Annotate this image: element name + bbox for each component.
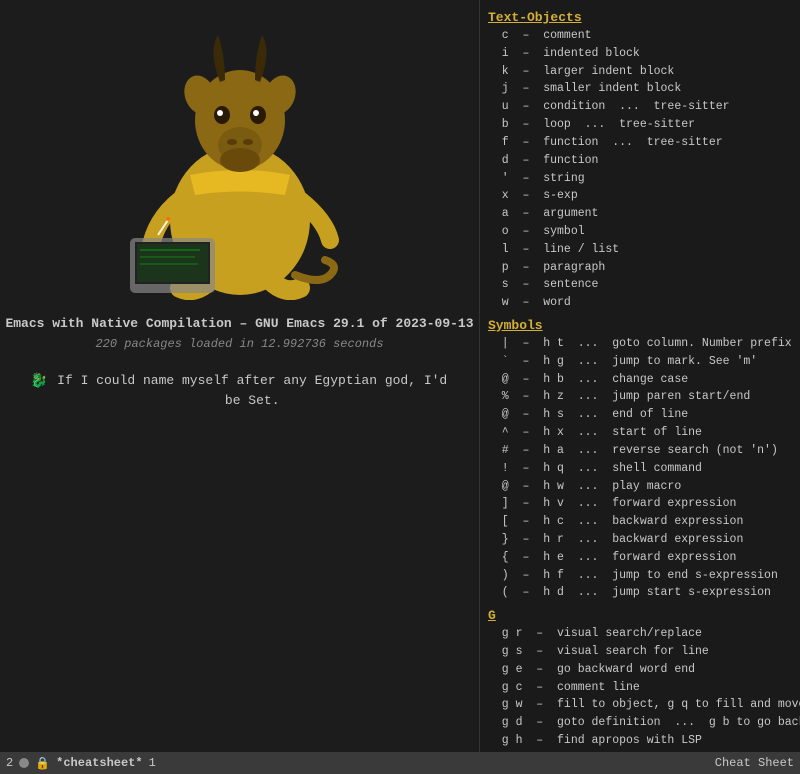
key-item: g c – comment line — [488, 679, 792, 697]
key-item: @ – h w ... play macro — [488, 478, 792, 496]
key-item: s – sentence — [488, 276, 792, 294]
key-item: ( – h d ... jump start s-expression — [488, 584, 792, 602]
key-item: ^ – h x ... start of line — [488, 424, 792, 442]
key-item: ` – h g ... jump to mark. See 'm' — [488, 353, 792, 371]
key-item: [ – h c ... backward expression — [488, 513, 792, 531]
key-item: g s – visual search for line — [488, 643, 792, 661]
status-right-label: Cheat Sheet — [715, 756, 794, 770]
key-item: ! – h q ... shell command — [488, 460, 792, 478]
key-item: a – argument — [488, 205, 792, 223]
key-item: d – function — [488, 152, 792, 170]
key-item: g e – go backward word end — [488, 661, 792, 679]
key-item: ] – h v ... forward expression — [488, 495, 792, 513]
key-item: ' – string — [488, 170, 792, 188]
status-number: 2 — [6, 756, 13, 770]
key-item: k – larger indent block — [488, 63, 792, 81]
status-lock-icon: 🔒 — [35, 756, 50, 771]
right-panel[interactable]: Text-Objects c – comment i – indented bl… — [480, 0, 800, 774]
section-title: Symbols — [488, 318, 792, 333]
fortune-icon: 🐉 — [30, 372, 47, 393]
key-item: g r – visual search/replace — [488, 625, 792, 643]
section-title: G — [488, 608, 792, 623]
key-item: } – h r ... backward expression — [488, 531, 792, 549]
left-panel: Emacs with Native Compilation – GNU Emac… — [0, 0, 480, 774]
key-item: ) – h f ... jump to end s-expression — [488, 567, 792, 585]
key-item: w – word — [488, 294, 792, 312]
fortune-message: If I could name myself after any Egyptia… — [55, 371, 449, 410]
fortune-text: 🐉 If I could name myself after any Egypt… — [0, 371, 479, 410]
key-item: f – function ... tree-sitter — [488, 134, 792, 152]
key-item: @ – h b ... change case — [488, 371, 792, 389]
key-item: # – h a ... reverse search (not 'n') — [488, 442, 792, 460]
title-text: Emacs with Native Compilation – GNU Emac… — [5, 316, 473, 331]
key-item: g d – goto definition ... g b to go back — [488, 714, 792, 732]
key-item: g h – find apropos with LSP — [488, 732, 792, 750]
key-item: j – smaller indent block — [488, 80, 792, 98]
key-item: b – loop ... tree-sitter — [488, 116, 792, 134]
key-item: | – h t ... goto column. Number prefix — [488, 335, 792, 353]
status-buffer-num: 1 — [149, 756, 156, 770]
key-item: o – symbol — [488, 223, 792, 241]
key-item: { – h e ... forward expression — [488, 549, 792, 567]
key-item: p – paragraph — [488, 259, 792, 277]
status-indicator — [19, 758, 29, 768]
key-item: g w – fill to object, g q to fill and mo… — [488, 696, 792, 714]
gnu-mascot — [100, 20, 380, 300]
key-item: l – line / list — [488, 241, 792, 259]
section-title: Text-Objects — [488, 10, 792, 25]
subtitle-text: 220 packages loaded in 12.992736 seconds — [95, 337, 383, 351]
status-bar: 2 🔒 *cheatsheet* 1 Cheat Sheet — [0, 752, 800, 774]
key-item: % – h z ... jump paren start/end — [488, 388, 792, 406]
key-item: u – condition ... tree-sitter — [488, 98, 792, 116]
key-item: c – comment — [488, 27, 792, 45]
status-filename: *cheatsheet* — [56, 756, 142, 770]
key-item: i – indented block — [488, 45, 792, 63]
key-item: x – s-exp — [488, 187, 792, 205]
key-item: @ – h s ... end of line — [488, 406, 792, 424]
